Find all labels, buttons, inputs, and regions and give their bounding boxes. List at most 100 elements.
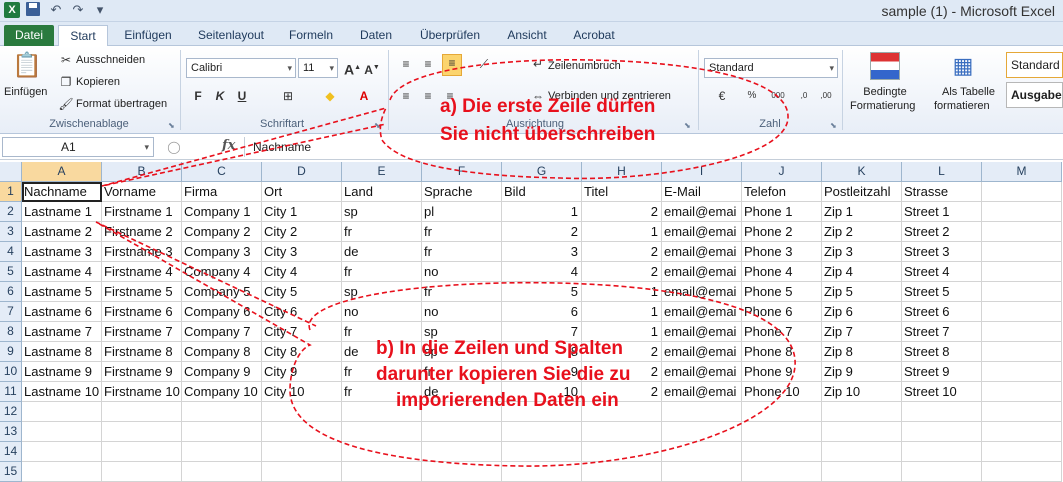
table-cell[interactable] [982, 342, 1062, 362]
table-cell[interactable]: Phone 10 [742, 382, 822, 402]
row-header[interactable]: 8 [0, 322, 22, 342]
table-cell[interactable]: 2 [502, 222, 582, 242]
table-cell[interactable] [742, 402, 822, 422]
table-cell[interactable]: Company 8 [182, 342, 262, 362]
table-cell[interactable] [182, 422, 262, 442]
table-cell[interactable]: Company 5 [182, 282, 262, 302]
decrease-decimal-icon[interactable]: ,00 [818, 88, 834, 104]
header-cell[interactable]: Nachname [22, 182, 102, 202]
table-cell[interactable]: Street 8 [902, 342, 982, 362]
conditional-formatting-icon[interactable] [870, 52, 900, 80]
table-cell[interactable]: Company 2 [182, 222, 262, 242]
table-cell[interactable]: Firstname 1 [102, 202, 182, 222]
number-format-select[interactable]: Standard [704, 58, 838, 78]
customize-toolbar-icon[interactable]: ▾ [92, 2, 108, 18]
table-cell[interactable]: Firstname 5 [102, 282, 182, 302]
table-cell[interactable] [982, 422, 1062, 442]
table-cell[interactable]: Phone 9 [742, 362, 822, 382]
row-header[interactable]: 6 [0, 282, 22, 302]
table-cell[interactable] [742, 422, 822, 442]
table-cell[interactable] [982, 262, 1062, 282]
table-cell[interactable] [182, 442, 262, 462]
table-cell[interactable] [262, 462, 342, 482]
table-cell[interactable] [982, 462, 1062, 482]
format-painter-button[interactable]: Format übertragen [76, 98, 167, 110]
row-header[interactable]: 1 [0, 182, 22, 202]
table-cell[interactable]: Street 3 [902, 242, 982, 262]
style-output[interactable]: Ausgabe [1006, 82, 1063, 108]
row-header[interactable]: 11 [0, 382, 22, 402]
table-cell[interactable] [662, 422, 742, 442]
table-cell[interactable] [22, 402, 102, 422]
table-cell[interactable]: Street 7 [902, 322, 982, 342]
table-cell[interactable] [982, 282, 1062, 302]
row-header[interactable]: 5 [0, 262, 22, 282]
table-cell[interactable]: no [342, 302, 422, 322]
table-cell[interactable] [982, 362, 1062, 382]
table-cell[interactable]: fr [342, 262, 422, 282]
redo-icon[interactable]: ↷ [70, 2, 86, 18]
table-cell[interactable] [182, 402, 262, 422]
table-cell[interactable]: email@emai [662, 282, 742, 302]
grow-font-icon[interactable]: A▲ [344, 60, 361, 78]
select-all-corner[interactable] [0, 162, 22, 182]
table-cell[interactable]: Lastname 9 [22, 362, 102, 382]
table-cell[interactable]: Zip 9 [822, 362, 902, 382]
table-cell[interactable]: 4 [502, 262, 582, 282]
table-cell[interactable]: Zip 5 [822, 282, 902, 302]
table-cell[interactable] [902, 422, 982, 442]
column-header-c[interactable]: C [182, 162, 262, 182]
table-cell[interactable]: Company 9 [182, 362, 262, 382]
table-cell[interactable]: Lastname 3 [22, 242, 102, 262]
table-cell[interactable] [822, 462, 902, 482]
table-cell[interactable] [262, 402, 342, 422]
table-cell[interactable]: Street 1 [902, 202, 982, 222]
tab-view[interactable]: Ansicht [500, 25, 554, 46]
table-cell[interactable]: City 10 [262, 382, 342, 402]
table-cell[interactable]: de [342, 242, 422, 262]
column-header-e[interactable]: E [342, 162, 422, 182]
font-color-icon[interactable]: A [356, 88, 372, 104]
align-center-icon[interactable]: ≡ [420, 88, 436, 104]
table-cell[interactable]: sp [342, 202, 422, 222]
table-cell[interactable]: no [422, 302, 502, 322]
table-cell[interactable] [102, 422, 182, 442]
column-header-j[interactable]: J [742, 162, 822, 182]
header-cell[interactable]: Land [342, 182, 422, 202]
table-cell[interactable] [502, 462, 582, 482]
column-header-g[interactable]: G [502, 162, 582, 182]
table-cell[interactable]: Zip 8 [822, 342, 902, 362]
header-cell[interactable]: Strasse [902, 182, 982, 202]
underline-button[interactable]: U [234, 88, 250, 104]
table-cell[interactable] [982, 322, 1062, 342]
table-cell[interactable] [662, 462, 742, 482]
table-cell[interactable]: 2 [582, 262, 662, 282]
table-cell[interactable]: pl [422, 202, 502, 222]
column-header-a[interactable]: A [22, 162, 102, 182]
table-cell[interactable]: Street 5 [902, 282, 982, 302]
table-cell[interactable]: 5 [502, 282, 582, 302]
table-cell[interactable] [422, 462, 502, 482]
table-cell[interactable]: fr [422, 282, 502, 302]
table-cell[interactable]: email@emai [662, 202, 742, 222]
table-cell[interactable]: Lastname 7 [22, 322, 102, 342]
align-middle-icon[interactable]: ≡ [420, 56, 436, 72]
table-cell[interactable] [902, 442, 982, 462]
table-cell[interactable]: Street 6 [902, 302, 982, 322]
table-cell[interactable]: Phone 2 [742, 222, 822, 242]
tab-insert[interactable]: Einfügen [118, 25, 178, 46]
align-top-icon[interactable]: ≡ [398, 56, 414, 72]
table-cell[interactable] [982, 402, 1062, 422]
table-cell[interactable] [502, 422, 582, 442]
table-cell[interactable] [102, 462, 182, 482]
table-cell[interactable] [502, 442, 582, 462]
cut-button[interactable]: Ausschneiden [76, 54, 145, 66]
header-cell[interactable]: Sprache [422, 182, 502, 202]
table-cell[interactable]: Lastname 10 [22, 382, 102, 402]
table-cell[interactable] [422, 422, 502, 442]
table-cell[interactable] [742, 442, 822, 462]
table-cell[interactable] [102, 402, 182, 422]
column-header-k[interactable]: K [822, 162, 902, 182]
wrap-text-icon[interactable]: ↵ [530, 56, 546, 72]
table-cell[interactable]: Zip 3 [822, 242, 902, 262]
